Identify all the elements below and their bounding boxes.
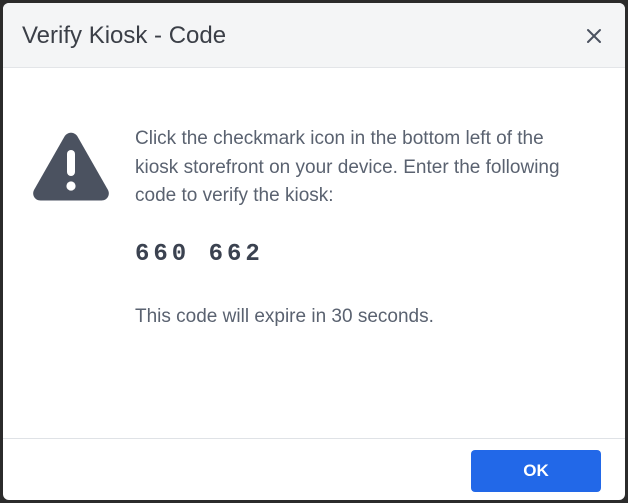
- close-button[interactable]: [581, 23, 607, 49]
- dialog-title: Verify Kiosk - Code: [22, 22, 227, 49]
- ok-button[interactable]: OK: [471, 450, 601, 492]
- instruction-text: Click the checkmark icon in the bottom l…: [135, 128, 560, 206]
- expiry-text: This code will expire in 30 seconds.: [135, 306, 434, 327]
- verify-kiosk-dialog: Verify Kiosk - Code Click the checkmark …: [3, 3, 625, 500]
- dialog-header: Verify Kiosk - Code: [3, 3, 625, 68]
- footer-divider: [3, 438, 625, 439]
- close-icon: [587, 29, 601, 43]
- verification-code: 660 662: [135, 241, 264, 268]
- warning-triangle-icon: [33, 132, 109, 201]
